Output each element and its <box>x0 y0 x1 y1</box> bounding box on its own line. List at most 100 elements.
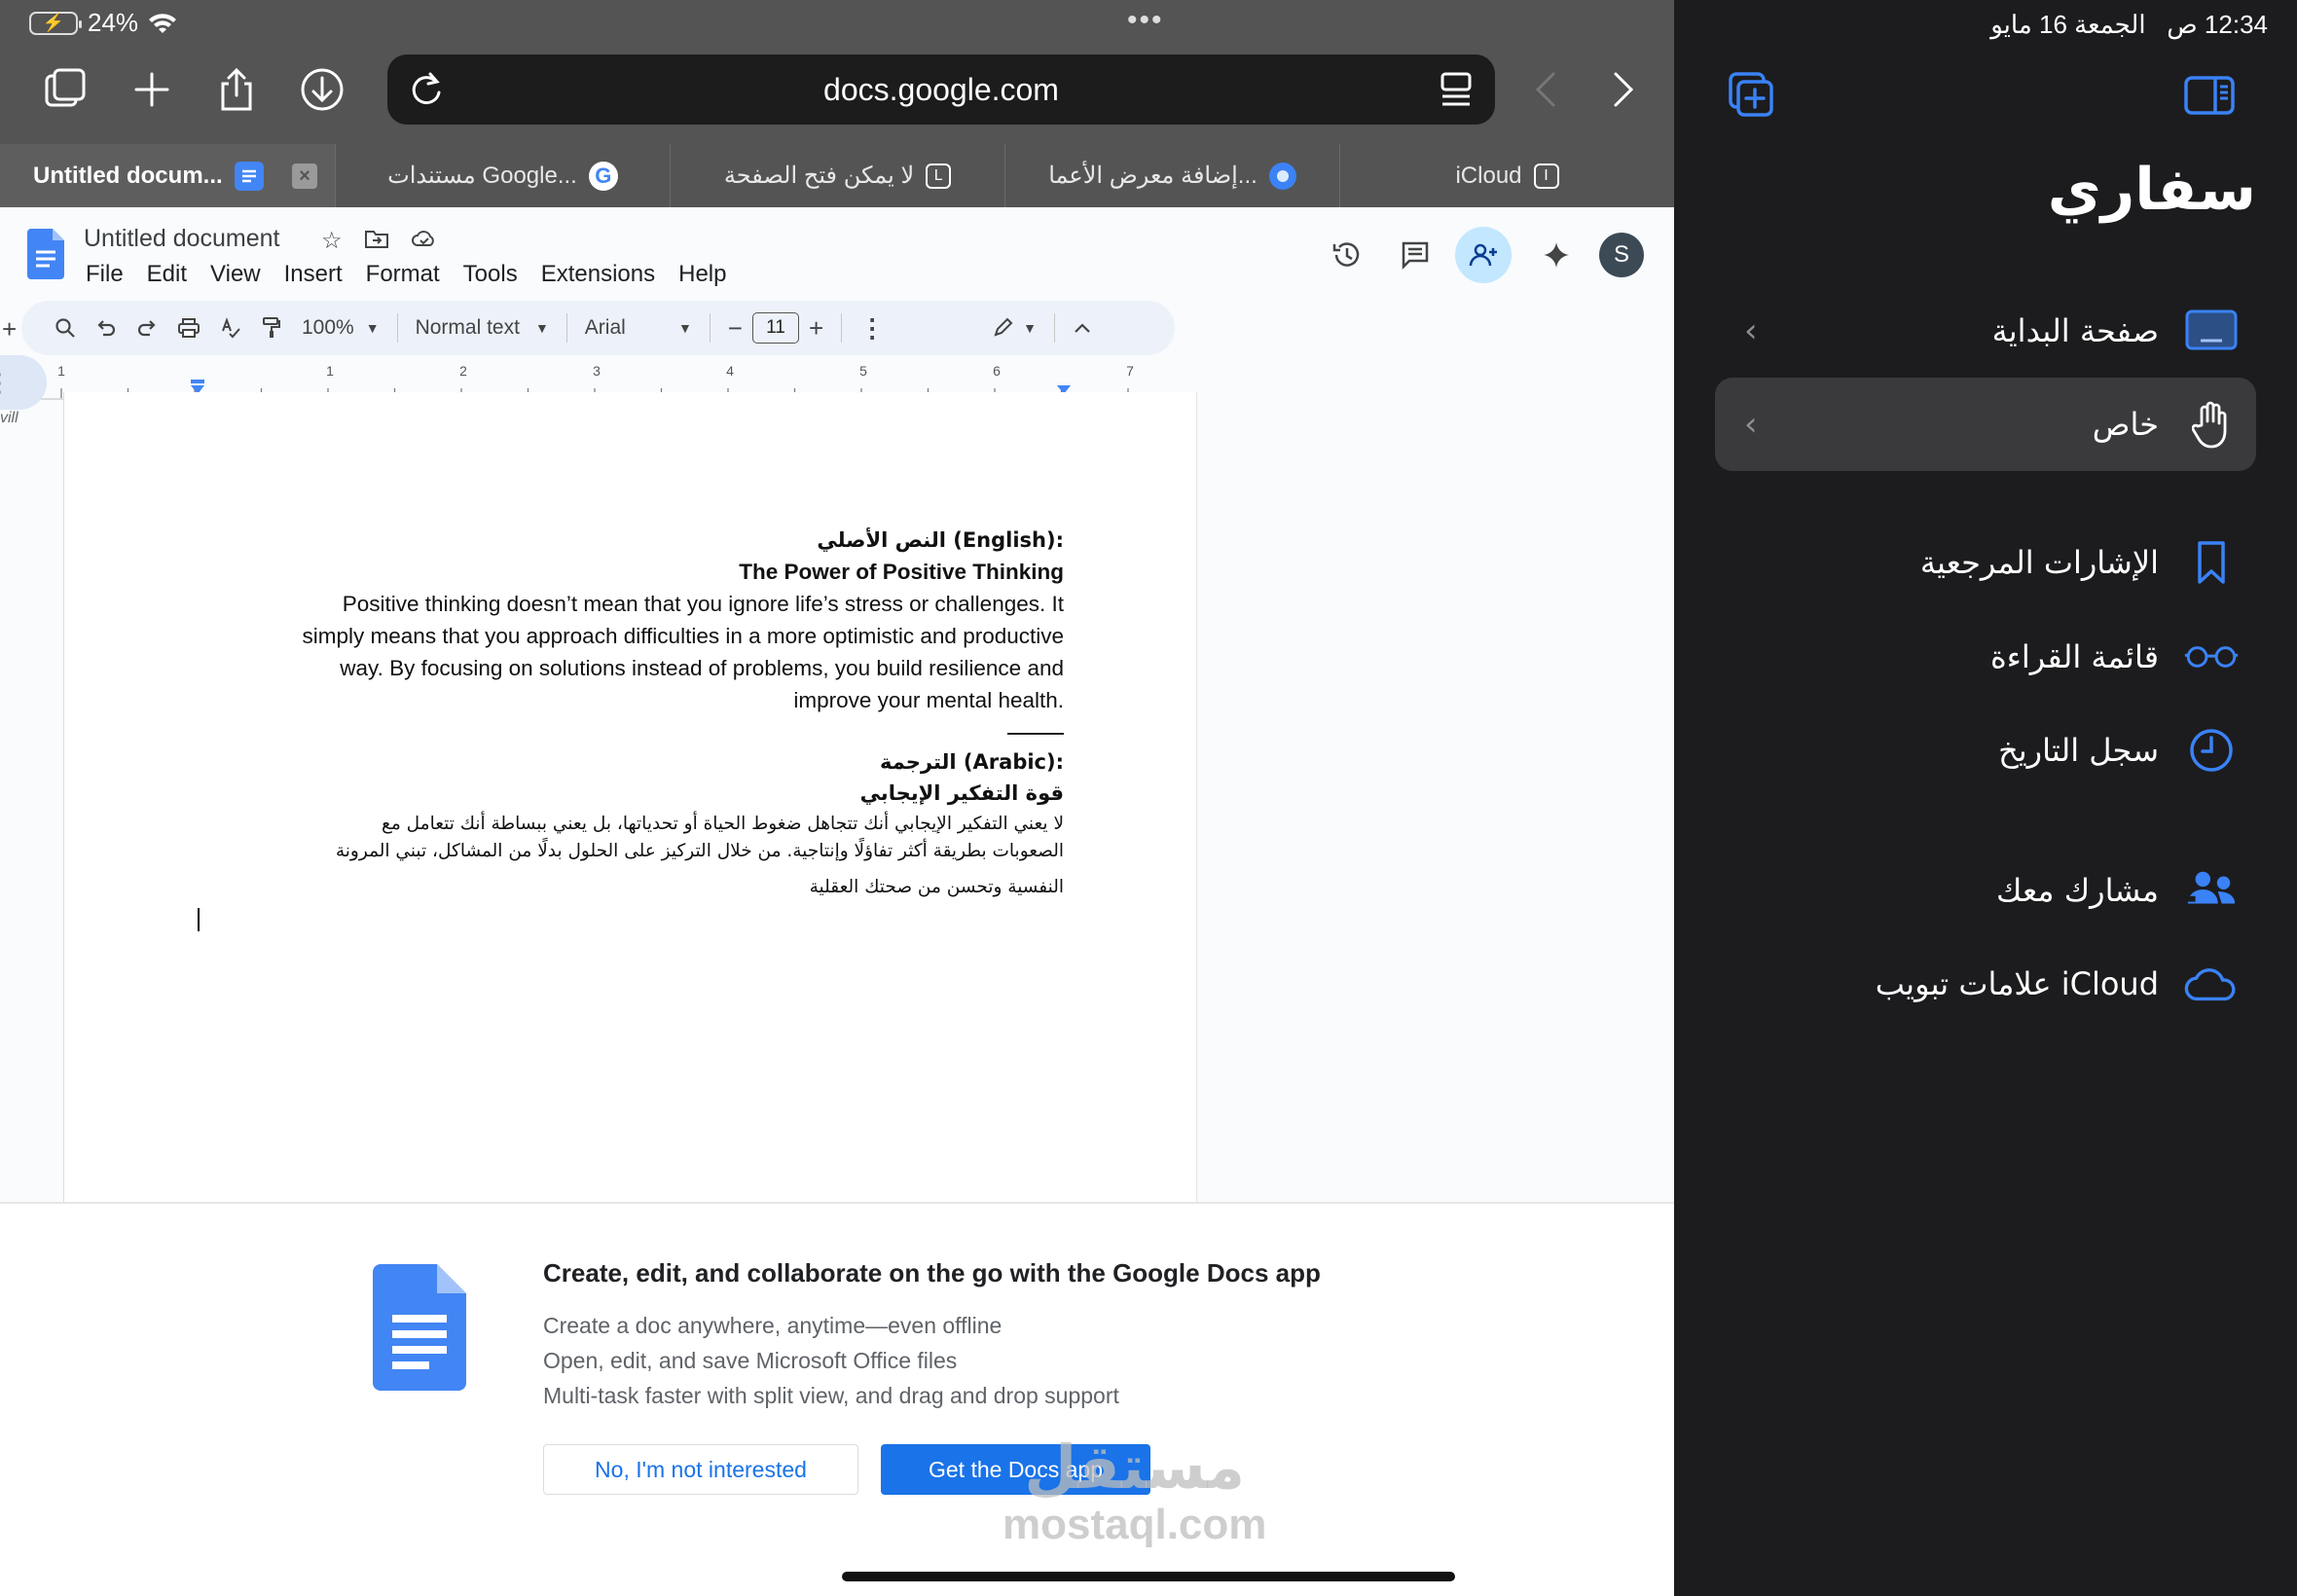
decrease-font-size-icon[interactable]: − <box>718 301 752 355</box>
url-text: docs.google.com <box>823 71 1059 107</box>
gemini-sparkle-icon[interactable] <box>1528 227 1585 283</box>
menu-format[interactable]: Format <box>366 261 440 288</box>
search-menus-icon[interactable] <box>45 301 86 355</box>
menu-insert[interactable]: Insert <box>284 261 343 288</box>
document-outline-toggle[interactable]: ⋮ <box>0 355 47 410</box>
tab-icloud[interactable]: iCloud I <box>1339 144 1674 207</box>
sidebar-item-history[interactable]: سجل التاريخ <box>1715 704 2256 797</box>
ruler-number: 6 <box>993 363 1001 379</box>
add-tab-icon[interactable]: + <box>2 314 17 345</box>
menu-help[interactable]: Help <box>678 261 726 288</box>
arabic-title: قوة التفكير الإيجابي <box>859 781 1064 805</box>
outline-text: vill <box>0 410 18 426</box>
forward-icon[interactable] <box>1594 62 1649 117</box>
version-history-icon[interactable] <box>1319 227 1375 283</box>
clock-icon <box>2184 723 2239 778</box>
first-line-indent-marker[interactable] <box>191 380 204 383</box>
back-icon[interactable] <box>1520 62 1575 117</box>
heading-translation-text: الترجمة (Arabic): <box>879 750 1064 774</box>
document-page[interactable] <box>63 392 1197 1229</box>
sidebar-item-private[interactable]: ‹ خاص <box>1715 378 2256 471</box>
undo-icon[interactable] <box>86 301 127 355</box>
sidebar-item-label: مشارك معك <box>1996 872 2159 909</box>
sidebar-toggle-icon[interactable] <box>2182 68 2237 123</box>
docs-favicon-icon <box>234 161 264 191</box>
tab-portfolio[interactable]: إضافة معرض الأعما... <box>1004 144 1339 207</box>
menu-file[interactable]: File <box>86 261 124 288</box>
new-tab-icon[interactable] <box>125 62 179 117</box>
hide-menus-icon[interactable] <box>1063 301 1102 355</box>
menu-tools[interactable]: Tools <box>463 261 518 288</box>
font-select[interactable]: Arial ▼ <box>575 301 702 355</box>
chevron-left-icon[interactable]: ‹ <box>1744 311 1758 350</box>
sidebar-item-reading-list[interactable]: قائمة القراءة <box>1715 610 2256 704</box>
home-indicator[interactable] <box>842 1572 1455 1581</box>
status-time: 12:34 ص <box>2167 10 2268 39</box>
move-folder-icon[interactable] <box>364 227 389 250</box>
toolbar-divider <box>841 313 843 343</box>
battery-icon: ⚡ <box>29 11 82 35</box>
increase-font-size-icon[interactable]: + <box>799 301 833 355</box>
sidebar-item-icloud-tabs[interactable]: علامات تبويب iCloud <box>1715 937 2256 1031</box>
safari-sidebar: 12:34 ص الجمعة 16 مايو سفاري ‹ صفحة البد… <box>1674 0 2297 1596</box>
redo-icon[interactable] <box>127 301 167 355</box>
menu-edit[interactable]: Edit <box>147 261 187 288</box>
more-options-icon[interactable]: ⋮ <box>850 301 894 355</box>
comments-icon[interactable] <box>1387 227 1443 283</box>
english-line: improve your mental health. <box>793 688 1064 712</box>
banner-title: Create, edit, and collaborate on the go … <box>543 1258 1321 1288</box>
ipad-screen: ⚡ 24% ••• docs.google.com Untitled docum… <box>0 0 2297 1596</box>
sidebar-title: سفاري <box>2047 156 2256 224</box>
font-value: Arial <box>584 316 626 339</box>
address-bar[interactable]: docs.google.com <box>387 54 1495 125</box>
close-tab-icon[interactable]: × <box>292 163 317 189</box>
circle-favicon-icon <box>1268 162 1296 190</box>
menu-extensions[interactable]: Extensions <box>541 261 655 288</box>
chevron-left-icon[interactable]: ‹ <box>1744 405 1758 444</box>
paragraph-style-select[interactable]: Normal text ▼ <box>406 301 559 355</box>
dropdown-arrow-icon: ▼ <box>1023 320 1038 336</box>
star-icon[interactable]: ☆ <box>321 227 343 255</box>
status-time-date: 12:34 ص الجمعة 16 مايو <box>1990 10 2268 40</box>
status-date: الجمعة 16 مايو <box>1990 10 2146 39</box>
english-title: The Power of Positive Thinking <box>739 560 1064 584</box>
tab-overview-icon[interactable] <box>39 62 93 117</box>
not-interested-button[interactable]: No, I'm not interested <box>543 1444 858 1495</box>
font-size-input[interactable]: 11 <box>751 312 799 344</box>
battery-percent: 24% <box>88 8 139 37</box>
menu-view[interactable]: View <box>210 261 261 288</box>
spellcheck-icon[interactable] <box>210 301 251 355</box>
page-menu-icon[interactable] <box>1433 66 1479 113</box>
document-title[interactable]: Untitled document <box>84 225 280 253</box>
tab-label: مستندات Google... <box>387 163 577 189</box>
start-page-icon <box>2184 304 2239 358</box>
ruler-number: 1 <box>57 363 65 379</box>
sidebar-item-label: صفحة البداية <box>1991 312 2159 349</box>
zoom-select[interactable]: 100% ▼ <box>292 301 389 355</box>
cloud-saved-icon[interactable] <box>411 227 438 250</box>
editing-mode-icon[interactable]: ▼ <box>982 301 1046 355</box>
print-icon[interactable] <box>167 301 210 355</box>
download-icon[interactable] <box>295 62 349 117</box>
toolbar-divider <box>396 313 398 343</box>
paint-format-icon[interactable] <box>251 301 292 355</box>
dropdown-arrow-icon: ▼ <box>677 320 692 336</box>
toolbar-divider <box>709 313 711 343</box>
reload-icon[interactable] <box>403 66 450 113</box>
glasses-icon <box>2184 630 2239 684</box>
docs-logo-icon[interactable] <box>27 229 64 279</box>
banner-feature: Open, edit, and save Microsoft Office fi… <box>543 1348 958 1373</box>
sidebar-item-start-page[interactable]: ‹ صفحة البداية <box>1715 284 2256 378</box>
tab-cannot-open[interactable]: لا يمكن فتح الصفحة L <box>670 144 1004 207</box>
avatar[interactable]: S <box>1599 233 1644 277</box>
tab-google-docs[interactable]: مستندات Google... G <box>335 144 670 207</box>
arabic-line: لا يعني التفكير الإيجابي أنك تتجاهل ضغوط… <box>382 814 1064 834</box>
english-line: way. By focusing on solutions instead of… <box>340 656 1064 680</box>
new-tab-group-icon[interactable] <box>1725 68 1779 123</box>
sidebar-item-shared-with-you[interactable]: مشارك معك <box>1715 844 2256 937</box>
share-people-icon[interactable] <box>1455 227 1512 283</box>
share-icon[interactable] <box>209 62 264 117</box>
multitask-dots-icon[interactable]: ••• <box>1127 6 1164 35</box>
sidebar-item-bookmarks[interactable]: الإشارات المرجعية <box>1715 516 2256 609</box>
tab-untitled-document[interactable]: Untitled docum... × <box>0 144 335 207</box>
